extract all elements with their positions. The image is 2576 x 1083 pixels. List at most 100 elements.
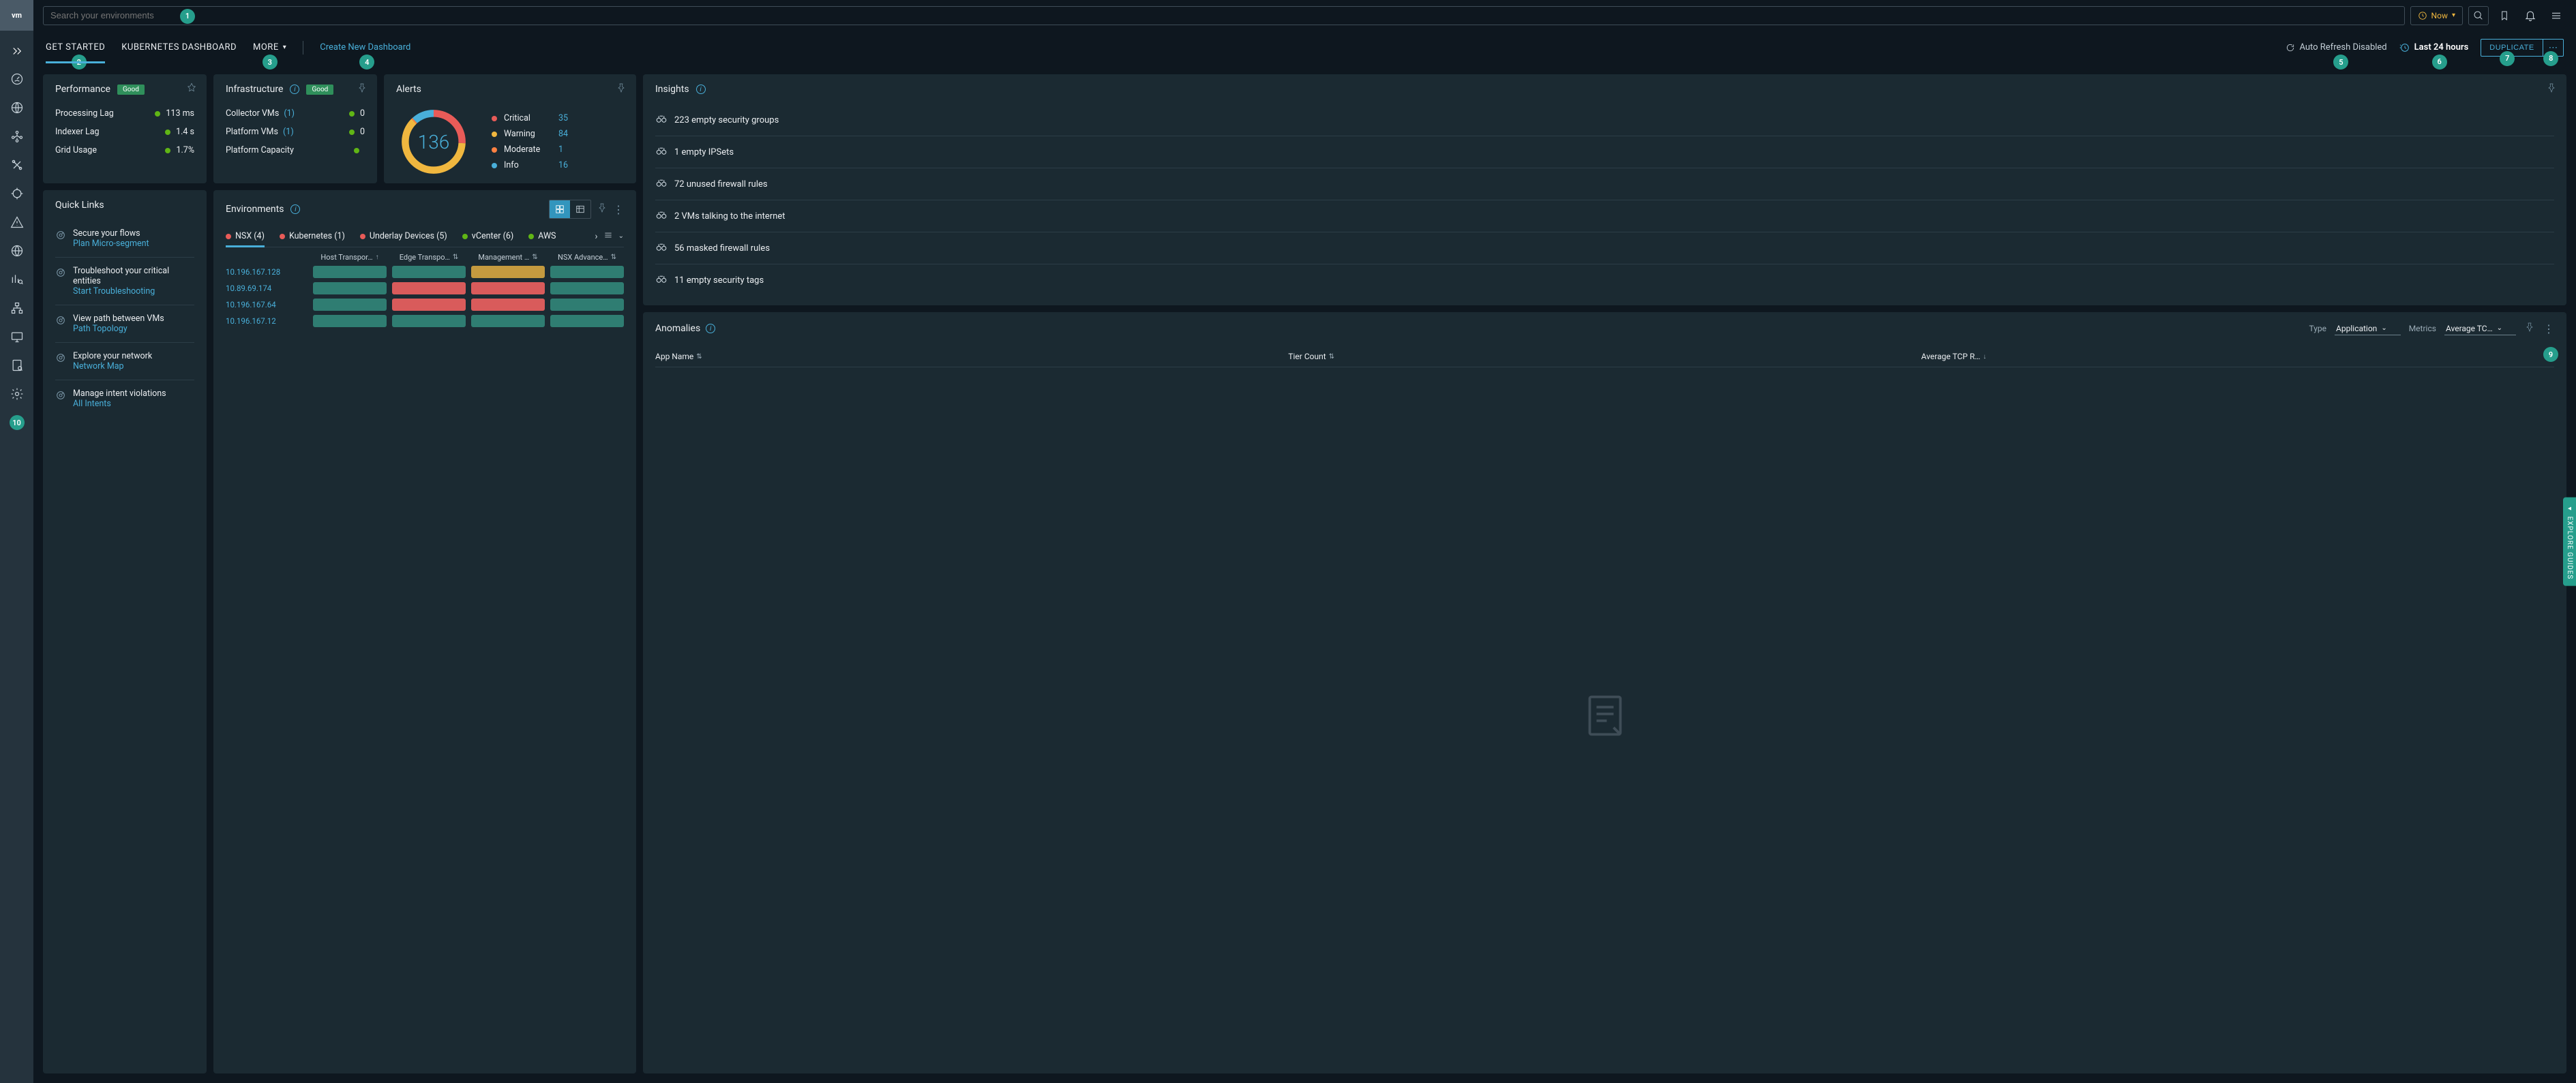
nav-network-icon[interactable]	[0, 237, 33, 265]
scroll-right-icon[interactable]: ›	[595, 231, 597, 242]
pin-icon[interactable]	[616, 82, 627, 96]
heatmap-cell[interactable]	[471, 266, 545, 278]
heatmap-cell[interactable]	[313, 315, 387, 327]
alert-legend-row[interactable]: Moderate 1	[492, 144, 579, 155]
quick-link-action[interactable]: Plan Micro-segment	[73, 239, 149, 249]
tab-more[interactable]: MORE▾ 3	[253, 38, 286, 57]
heatmap-cell[interactable]	[313, 299, 387, 311]
nav-monitor-icon[interactable]	[0, 322, 33, 351]
env-tab[interactable]: vCenter (6)	[462, 226, 513, 247]
more-icon[interactable]: ⋮	[613, 203, 624, 216]
insight-item[interactable]: 72 unused firewall rules	[655, 168, 2554, 200]
pin-icon[interactable]	[186, 82, 197, 96]
nav-dashboard-icon[interactable]	[0, 65, 33, 93]
col-tier-count[interactable]: Tier Count⇅	[1288, 352, 1921, 361]
chevron-down-icon[interactable]: ⌄	[618, 232, 624, 240]
table-view-button[interactable]	[570, 200, 590, 218]
time-selector[interactable]: Now ▾	[2410, 6, 2463, 25]
env-ip-link[interactable]: 10.196.167.12	[226, 316, 308, 326]
heatmap-cell[interactable]	[313, 266, 387, 278]
heatmap-cell[interactable]	[392, 282, 466, 294]
info-icon[interactable]: i	[290, 204, 300, 214]
heatmap-cell[interactable]	[471, 282, 545, 294]
bell-icon[interactable]	[2520, 6, 2541, 25]
metric-label: Platform Capacity	[226, 145, 294, 155]
nav-topology-icon[interactable]	[0, 122, 33, 151]
insight-item[interactable]: 56 masked firewall rules	[655, 232, 2554, 264]
heatmap-cell[interactable]	[392, 266, 466, 278]
col-avg-tcp[interactable]: Average TCP R…↓	[1921, 352, 2554, 361]
quick-link-action[interactable]: Path Topology	[73, 324, 164, 334]
auto-refresh-toggle[interactable]: Auto Refresh Disabled 5	[2286, 42, 2386, 52]
insight-item[interactable]: 1 empty IPSets	[655, 136, 2554, 168]
insight-item[interactable]: 11 empty security tags	[655, 264, 2554, 296]
quick-link-action[interactable]: All Intents	[73, 399, 166, 409]
nav-alert-icon[interactable]	[0, 208, 33, 237]
heatmap-cell[interactable]	[550, 266, 624, 278]
env-ip-link[interactable]: 10.196.167.128	[226, 267, 308, 277]
time-range-button[interactable]: Last 24 hours 6	[2399, 42, 2469, 53]
vmware-logo[interactable]: vm	[0, 0, 33, 31]
insight-item[interactable]: 2 VMs talking to the internet	[655, 200, 2554, 232]
env-column-header[interactable]: Host Transpor… ↑	[313, 253, 387, 262]
env-tab[interactable]: Kubernetes (1)	[280, 226, 345, 247]
env-tab[interactable]: Underlay Devices (5)	[360, 226, 447, 247]
expand-rail-button[interactable]	[0, 37, 33, 65]
search-icon-button[interactable]	[2468, 6, 2489, 25]
type-select[interactable]: Application⌄	[2335, 322, 2401, 335]
info-icon[interactable]: i	[706, 324, 715, 333]
heatmap-cell[interactable]	[392, 299, 466, 311]
tab-kubernetes[interactable]: KUBERNETES DASHBOARD	[121, 38, 237, 57]
heatmap-cell[interactable]	[550, 299, 624, 311]
env-ip-link[interactable]: 10.196.167.64	[226, 300, 308, 309]
heatmap-cell[interactable]	[471, 315, 545, 327]
search-input[interactable]	[50, 10, 2397, 20]
quick-link-action[interactable]: Network Map	[73, 361, 152, 371]
alert-legend-row[interactable]: Warning 84	[492, 129, 579, 139]
info-icon[interactable]: i	[696, 85, 706, 94]
heatmap-view-button[interactable]	[550, 200, 570, 218]
pin-icon[interactable]	[597, 202, 608, 216]
env-column-header[interactable]: Management … ⇅	[471, 253, 545, 262]
info-icon[interactable]: i	[290, 85, 299, 94]
nav-target-icon[interactable]	[0, 179, 33, 208]
hamburger-icon[interactable]	[2546, 6, 2566, 25]
heatmap-cell[interactable]	[313, 282, 387, 294]
env-tab[interactable]: NSX (4)	[226, 226, 265, 247]
search-bar[interactable]: 1	[43, 6, 2405, 25]
quick-link-action[interactable]: Start Troubleshooting	[73, 286, 194, 296]
nav-settings-icon[interactable]	[0, 380, 33, 408]
pin-icon[interactable]	[2546, 82, 2557, 96]
heatmap-cell[interactable]	[471, 299, 545, 311]
tour-badge-9: 9	[2543, 347, 2558, 362]
env-tab[interactable]: AWS	[528, 226, 556, 247]
nav-hierarchy-icon[interactable]	[0, 294, 33, 322]
heatmap-cell[interactable]	[550, 282, 624, 294]
list-icon[interactable]	[603, 230, 613, 243]
tab-get-started[interactable]: GET STARTED 2	[46, 38, 105, 57]
nav-globe-icon[interactable]	[0, 93, 33, 122]
explore-guides-tab[interactable]: ▸ EXPLORE GUIDES	[2563, 497, 2576, 586]
bookmark-icon[interactable]	[2494, 6, 2515, 25]
count-link[interactable]: (1)	[283, 127, 294, 137]
count-link[interactable]: (1)	[284, 108, 295, 119]
alert-legend-row[interactable]: Info 16	[492, 160, 579, 170]
create-dashboard-link[interactable]: Create New Dashboard 4	[320, 42, 410, 52]
insight-item[interactable]: 223 empty security groups	[655, 104, 2554, 136]
heatmap-cell[interactable]	[550, 315, 624, 327]
heatmap-cell[interactable]	[392, 315, 466, 327]
nav-analytics-icon[interactable]	[0, 265, 33, 294]
env-column-header[interactable]: NSX Advance… ⇅	[550, 253, 624, 262]
alert-legend-row[interactable]: Critical 35	[492, 113, 579, 123]
env-ip-link[interactable]: 10.89.69.174	[226, 284, 308, 293]
type-label: Type	[2309, 324, 2327, 333]
metrics-select[interactable]: Average TC…⌄	[2444, 322, 2516, 335]
col-app-name[interactable]: App Name⇅	[655, 352, 1288, 361]
nav-reports-icon[interactable]	[0, 351, 33, 380]
more-icon[interactable]: ⋮	[2543, 322, 2554, 335]
env-column-header[interactable]: Edge Transpo… ⇅	[392, 253, 466, 262]
pin-icon[interactable]	[357, 82, 368, 96]
nav-tools-icon[interactable]	[0, 151, 33, 179]
pin-icon[interactable]	[2524, 322, 2535, 335]
alerts-donut-chart[interactable]: 136	[396, 104, 471, 179]
